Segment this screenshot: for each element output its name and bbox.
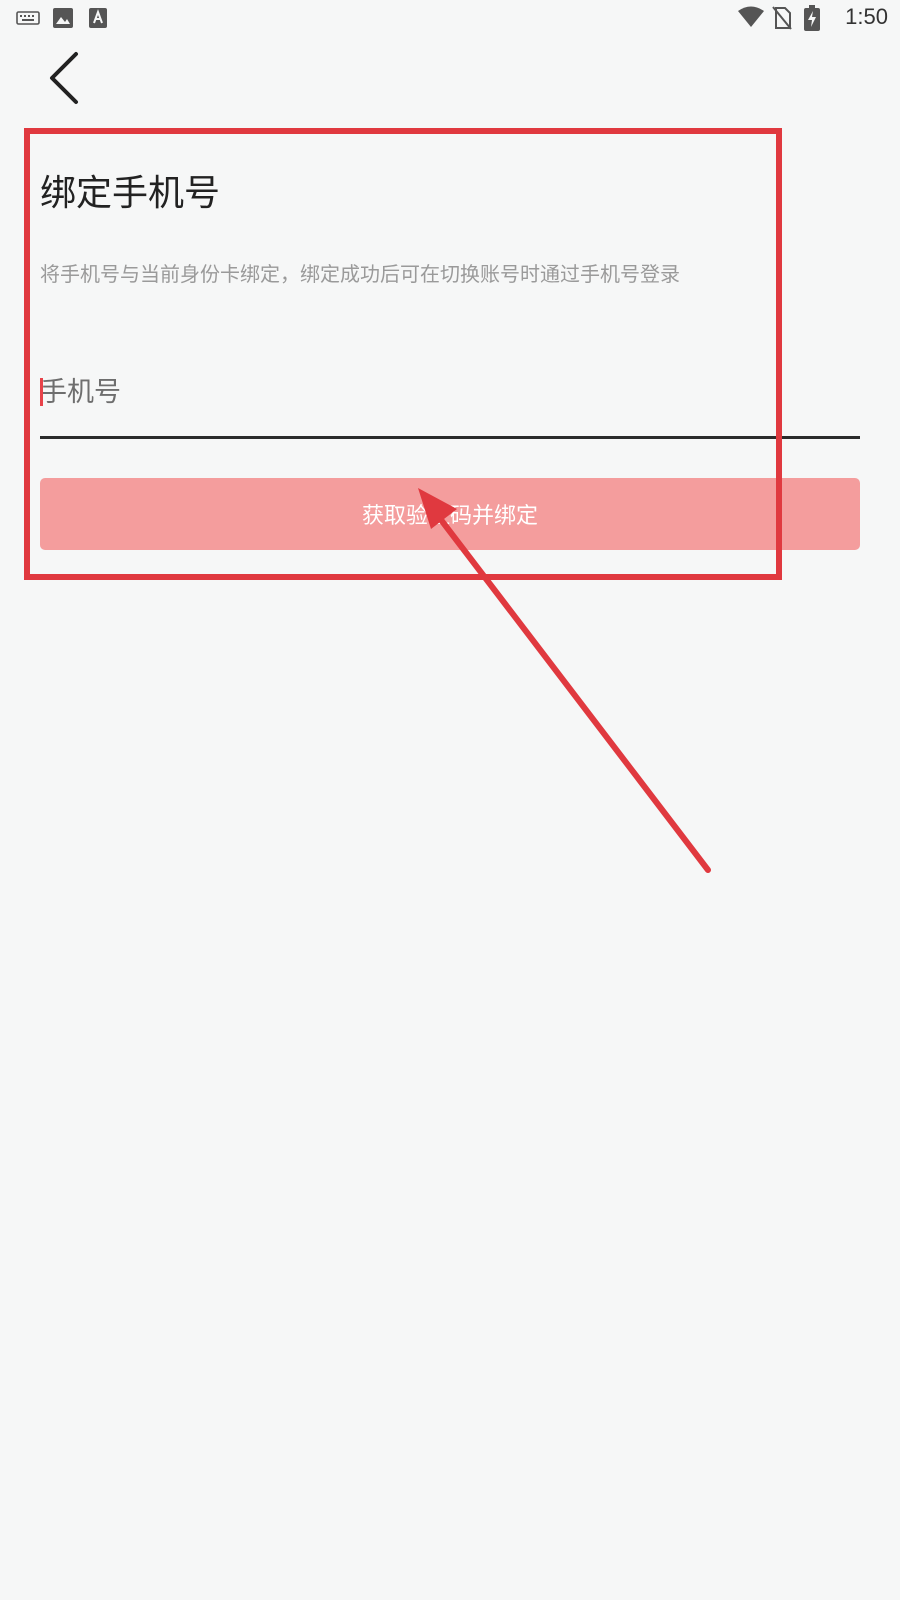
image-icon bbox=[53, 8, 73, 28]
annotation-arrow bbox=[418, 488, 711, 873]
chevron-left-icon bbox=[50, 52, 78, 104]
status-bar: 1:50 bbox=[0, 0, 900, 36]
battery-charging-icon bbox=[804, 5, 820, 31]
font-icon bbox=[89, 8, 107, 28]
status-time: 1:50 bbox=[845, 4, 888, 29]
keyboard-icon bbox=[16, 11, 40, 25]
phone-field[interactable] bbox=[40, 370, 860, 439]
text-cursor bbox=[40, 378, 43, 406]
back-button[interactable] bbox=[40, 48, 90, 108]
page-title: 绑定手机号 bbox=[40, 173, 221, 214]
get-code-and-bind-button[interactable]: 获取验证码并绑定 bbox=[40, 478, 860, 550]
page-description: 将手机号与当前身份卡绑定，绑定成功后可在切换账号时通过手机号登录 bbox=[40, 262, 680, 286]
phone-input[interactable] bbox=[40, 370, 860, 414]
wifi-icon bbox=[738, 6, 764, 27]
no-sim-icon bbox=[772, 6, 792, 30]
